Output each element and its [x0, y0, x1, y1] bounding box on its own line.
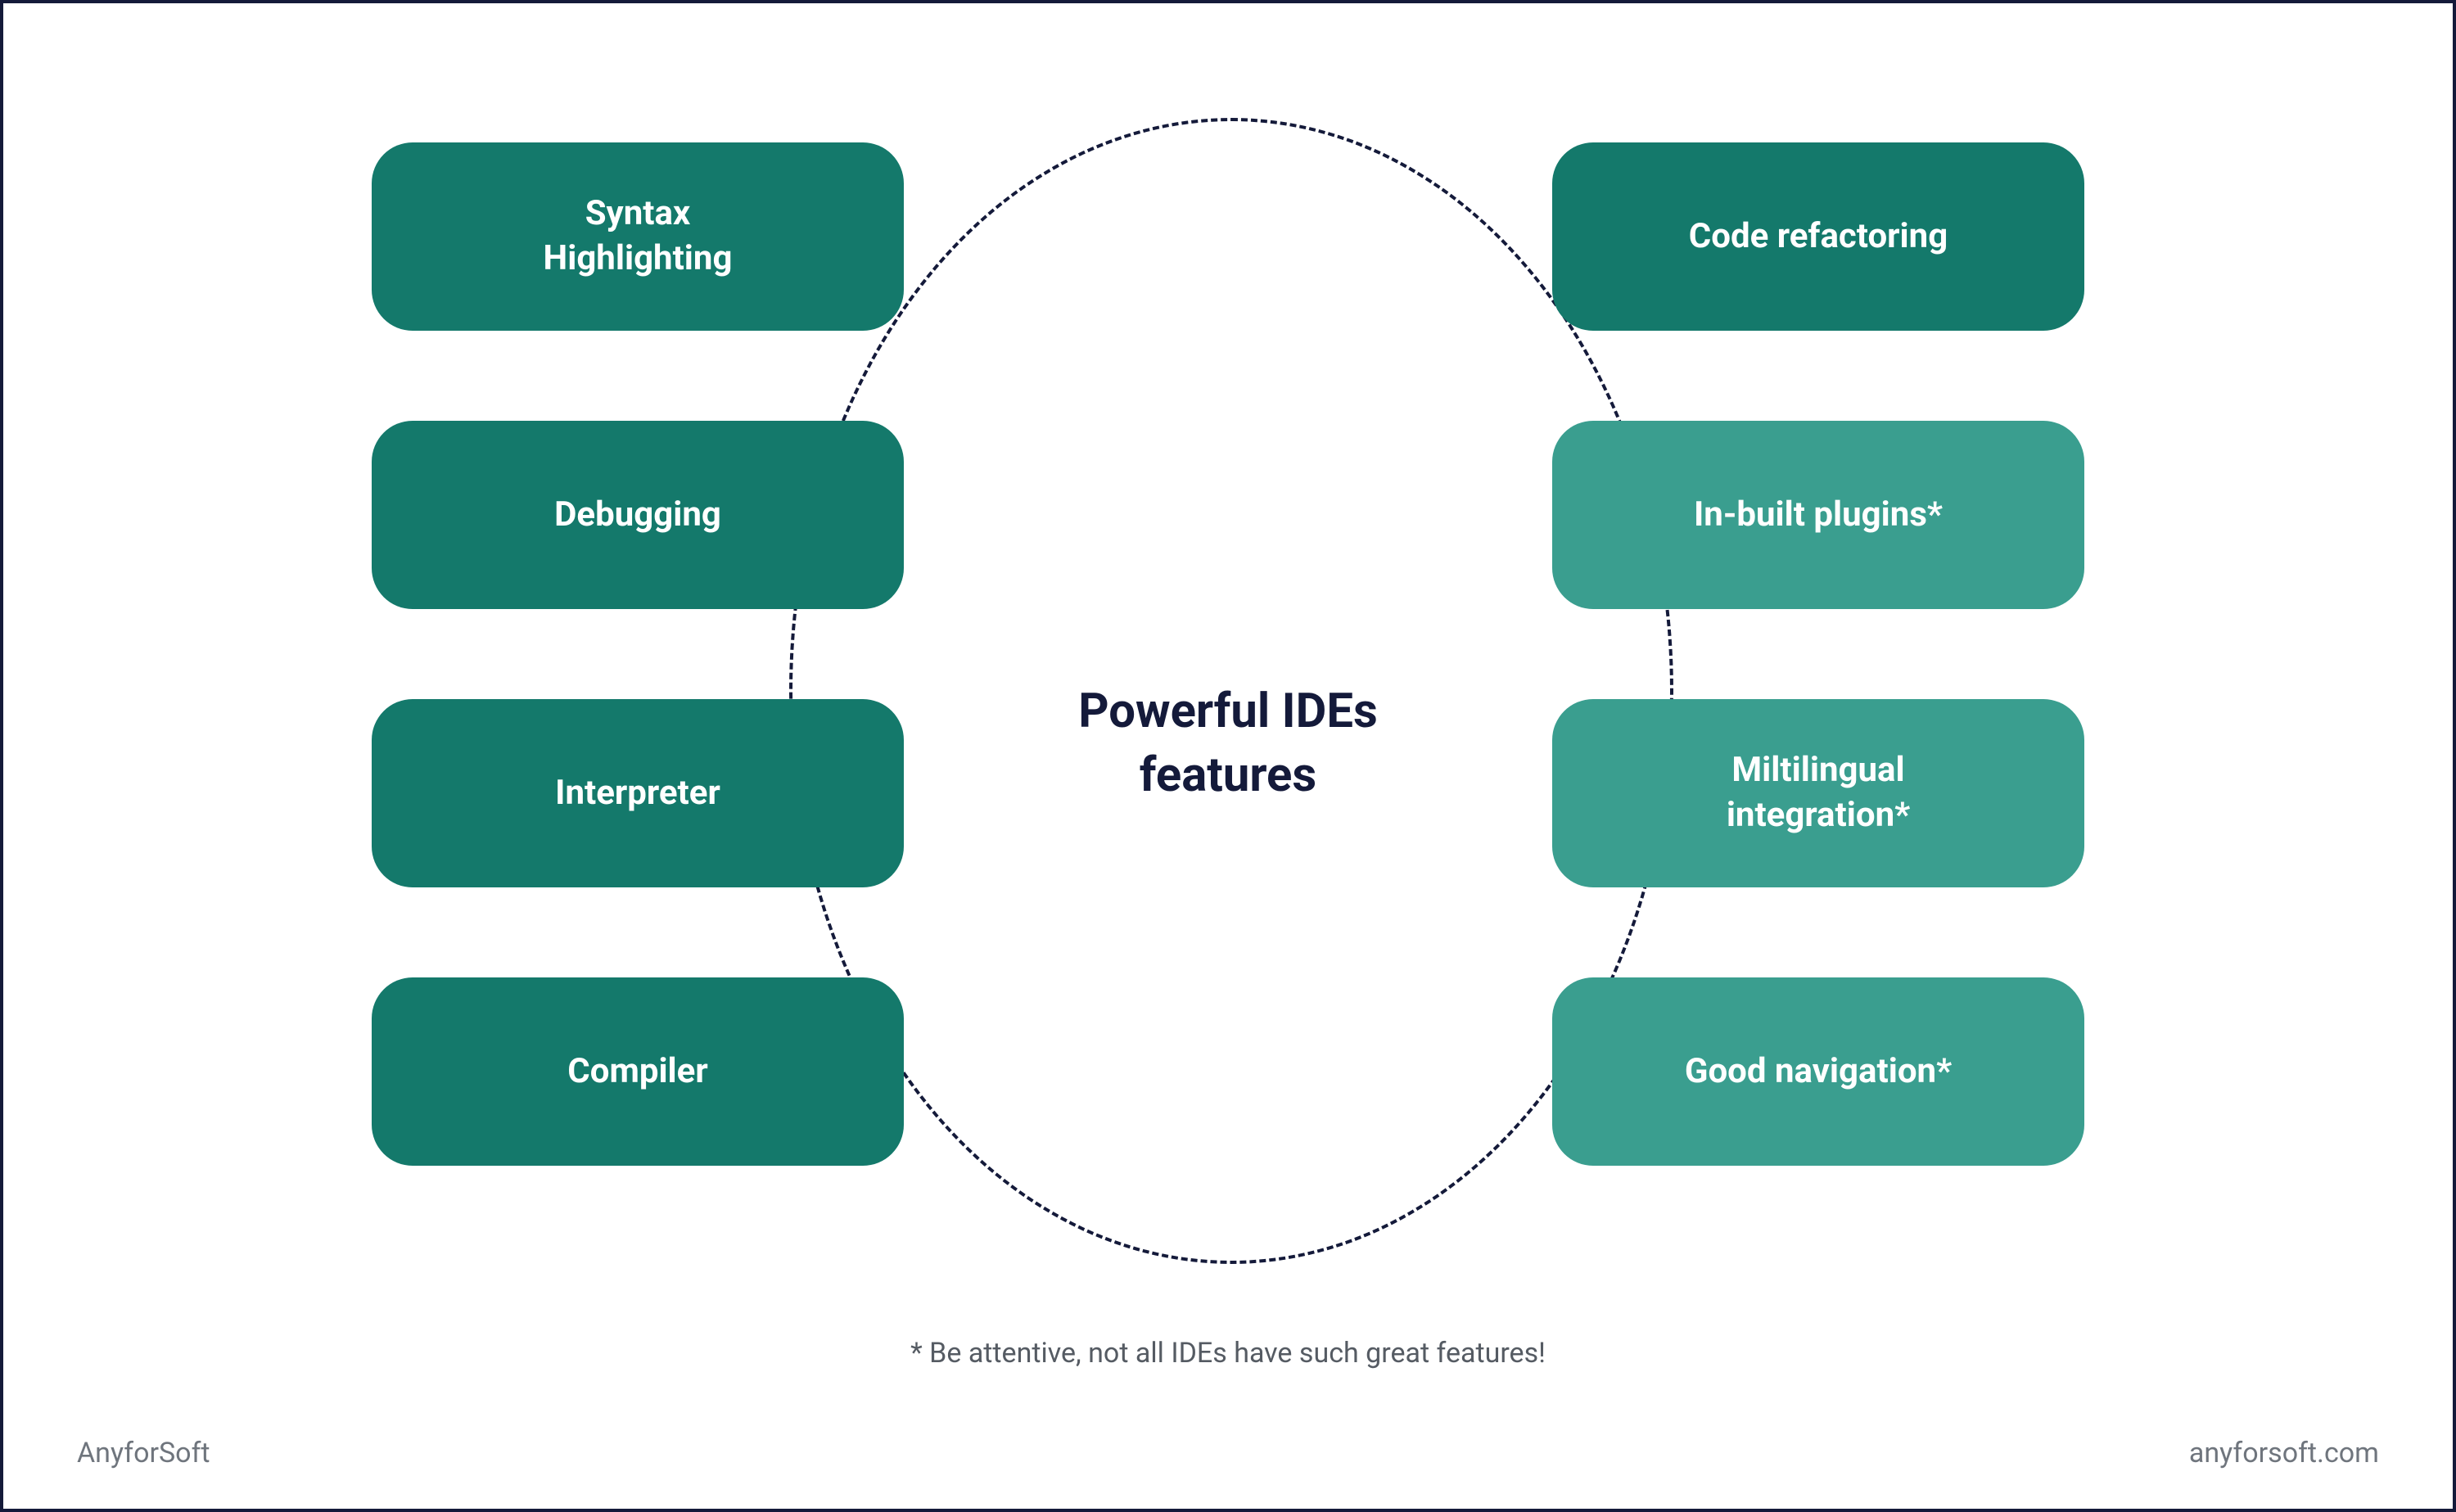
feature-label: Interpreter: [555, 771, 720, 816]
footer: AnyforSoft anyforsoft.com: [3, 1437, 2453, 1469]
feature-label: Compiler: [567, 1049, 708, 1095]
center-title: Powerful IDEs features: [1078, 679, 1378, 808]
feature-inbuilt-plugins: In-built plugins*: [1552, 421, 2084, 609]
feature-good-navigation: Good navigation*: [1552, 977, 2084, 1166]
feature-label: Good navigation*: [1685, 1049, 1952, 1095]
feature-syntax-highlighting: SyntaxHighlighting: [372, 142, 904, 331]
feature-debugging: Debugging: [372, 421, 904, 609]
feature-multilingual-integration: Miltilingualintegration*: [1552, 699, 2084, 887]
feature-column-right: Code refactoring In-built plugins* Milti…: [1552, 142, 2084, 1166]
feature-label: In-built plugins*: [1694, 493, 1943, 538]
feature-code-refactoring: Code refactoring: [1552, 142, 2084, 331]
feature-label: SyntaxHighlighting: [544, 192, 733, 281]
brand-url: anyforsoft.com: [2189, 1437, 2379, 1469]
feature-column-left: SyntaxHighlighting Debugging Interpreter…: [372, 142, 904, 1166]
feature-interpreter: Interpreter: [372, 699, 904, 887]
brand-name: AnyforSoft: [77, 1437, 210, 1469]
diagram-canvas: Powerful IDEs features SyntaxHighlightin…: [3, 3, 2453, 1509]
center-title-line2: features: [1140, 747, 1316, 803]
feature-label: Miltilingualintegration*: [1727, 748, 1910, 837]
diagram-frame: Powerful IDEs features SyntaxHighlightin…: [0, 0, 2456, 1512]
feature-label: Debugging: [554, 493, 721, 538]
feature-label: Code refactoring: [1689, 214, 1948, 260]
footnote: * Be attentive, not all IDEs have such g…: [3, 1337, 2453, 1370]
feature-compiler: Compiler: [372, 977, 904, 1166]
center-title-line1: Powerful IDEs: [1078, 684, 1378, 739]
